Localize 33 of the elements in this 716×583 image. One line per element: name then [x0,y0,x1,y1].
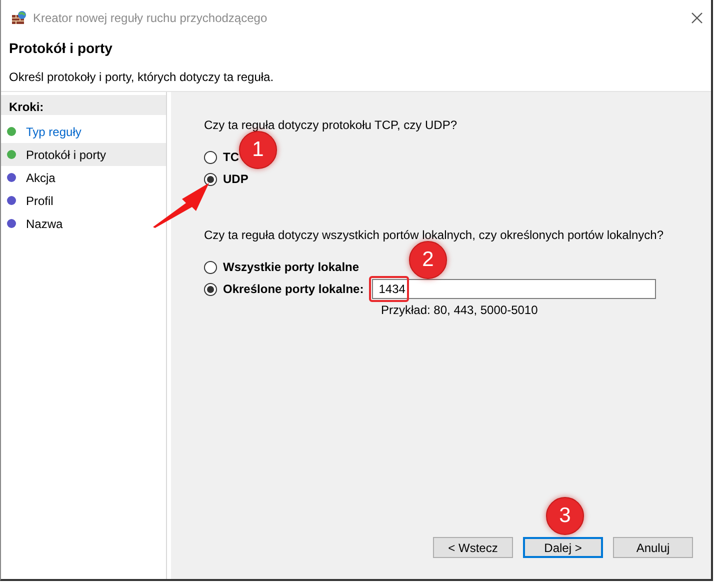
step-item[interactable]: Nazwa [1,212,166,235]
window-title: Kreator nowej reguły ruchu przychodzącego [33,10,268,26]
page-heading: Protokół i porty [9,39,114,58]
step-item[interactable]: Akcja [1,166,166,189]
page-description: Określ protokoły i porty, których dotyczy ta reguła. [9,69,275,86]
radio-label[interactable]: Wszystkie porty lokalne [223,258,360,276]
wizard-button[interactable]: Dalej > [523,537,603,558]
question-text: Czy ta reguła dotyczy protokołu TCP, czy UDP? [204,117,458,134]
radio-label[interactable]: TC [223,148,239,166]
arrow-icon [152,181,212,229]
question-text: Czy ta reguła dotyczy wszystkich portów lokalnych, czy określonych portów lokalnych? [204,227,665,244]
wizard-button[interactable]: Anuluj [613,537,693,558]
radio-label[interactable]: Określone porty lokalne: [223,280,364,298]
steps-heading: Kroki: [1,95,166,115]
radio-button[interactable] [204,172,217,186]
highlight-frame [368,276,409,302]
radio-button[interactable] [204,282,217,296]
step-item[interactable]: Profil [1,189,166,212]
close-icon[interactable] [691,12,703,24]
step-label: Profil [26,192,54,210]
example-hint: Przykład: 80, 443, 5000-5010 [381,302,539,319]
radio-button[interactable] [204,260,217,274]
wizard-button[interactable]: < Wstecz [433,537,513,558]
step-label: Typ reguły [26,124,82,140]
port-input-field[interactable]: 1434 [372,279,656,299]
step-item[interactable]: Typ reguły [1,120,166,143]
step-label: Nazwa [26,216,63,232]
firewall-icon [11,10,27,25]
step-item[interactable]: Protokół i porty [1,143,166,166]
step-label: Akcja [26,170,56,186]
radio-label[interactable]: UDP [223,170,248,188]
step-label: Protokół i porty [26,146,106,164]
radio-button[interactable] [204,150,217,164]
